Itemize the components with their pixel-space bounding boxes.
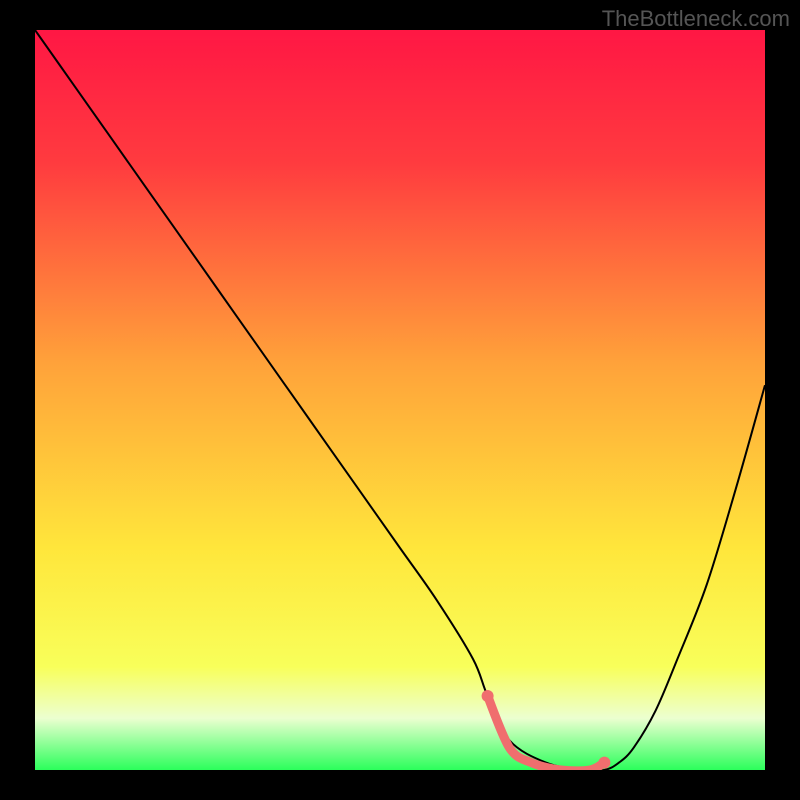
bottleneck-chart xyxy=(35,30,765,770)
gradient-background xyxy=(35,30,765,770)
marker-dot-right xyxy=(598,757,610,769)
watermark-text: TheBottleneck.com xyxy=(602,6,790,32)
marker-dot-left xyxy=(482,690,494,702)
plot-area xyxy=(35,30,765,770)
chart-container: TheBottleneck.com xyxy=(0,0,800,800)
